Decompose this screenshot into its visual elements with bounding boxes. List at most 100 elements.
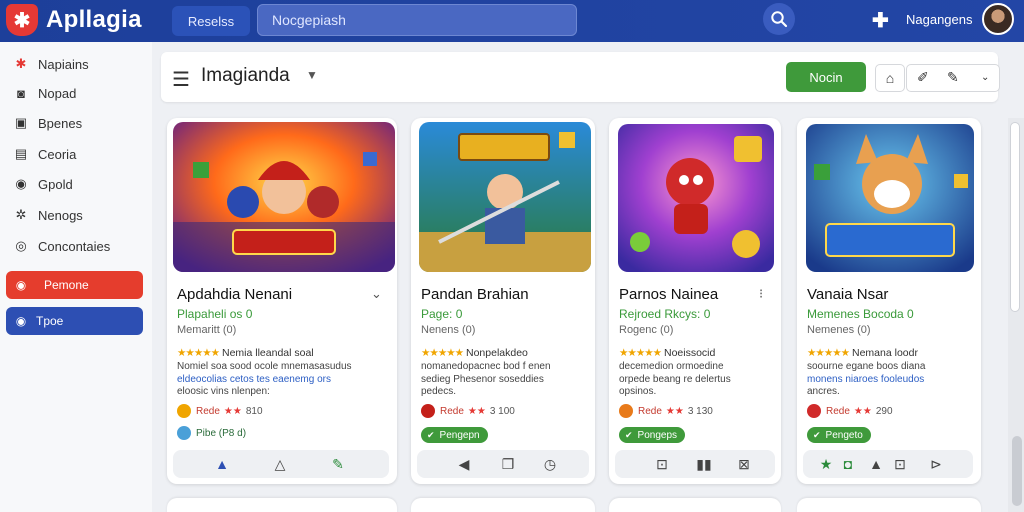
primary-action-button[interactable]: Nocin: [786, 62, 866, 92]
share-icon[interactable]: △: [271, 456, 289, 473]
scrollbar-handle[interactable]: [1012, 436, 1022, 506]
app-card[interactable]: Parnos Nainea ⁝ Rejroed Rkcys: 0 Rogenc …: [609, 118, 781, 484]
star-icon: ★★: [467, 405, 486, 417]
plus-icon[interactable]: ✚: [872, 8, 889, 33]
like-icon[interactable]: ▲: [213, 456, 231, 472]
star-rating-icon: ★★★★★: [421, 347, 464, 359]
scrollbar-thumb[interactable]: [1010, 122, 1020, 312]
toggle-icon: ◉: [15, 278, 27, 292]
search-input[interactable]: Nocgepiash: [257, 4, 577, 36]
rating-text: Nonpelakdeo: [466, 347, 528, 359]
status-badge[interactable]: ✔ Pengeto: [807, 427, 871, 443]
app-artwork[interactable]: [419, 122, 591, 272]
sidebar-button-tpoe[interactable]: ◉ Tpoe: [6, 307, 143, 335]
rating-line: ★★★★★ Nemana loodr: [807, 347, 918, 359]
search-icon: [771, 11, 788, 28]
review-row: Rede ★★ 3 130: [619, 404, 713, 418]
app-price: Page: 0: [421, 307, 463, 321]
description-line: eloosic vins nlenpen:: [177, 386, 270, 397]
star-icon: ★★: [665, 405, 684, 417]
sidebar-item-nenogs[interactable]: ✲ Nenogs: [12, 203, 83, 227]
app-card[interactable]: Apdahdia Nenani ⌄ Plapaheli os 0 Memarit…: [167, 118, 397, 484]
sidebar: ✱ Napiains ◙ Nopad ▣ Bpenes ▤ Ceoria ◉ Gpold …: [0, 42, 152, 512]
top-bar: ✱ Apllagia Reselss Nocgepiash ✚ Nagangen…: [0, 0, 1024, 42]
app-name[interactable]: Pandan Brahian: [421, 286, 529, 303]
star-icon: ★★: [223, 405, 242, 417]
app-card[interactable]: Pandan Brahian Page: 0 Nenens (0) ★★★★★ …: [411, 118, 595, 484]
reviewer-avatar: [421, 404, 435, 418]
rating-line: ★★★★★ Nemia lleandal soal: [177, 347, 314, 359]
play-icon[interactable]: ⊳: [927, 456, 945, 473]
copy-icon[interactable]: ❐: [499, 456, 517, 473]
gear-icon: ✲: [15, 207, 27, 222]
rating-text: Noeissocid: [664, 347, 716, 359]
app-logo-icon[interactable]: ✱: [6, 4, 38, 36]
book-icon[interactable]: ▮▮: [695, 456, 713, 473]
tab-results[interactable]: Reselss: [172, 6, 250, 36]
app-description: Nomiel soa sood ocole mnemasasudus eldeo…: [177, 361, 377, 399]
status-badge[interactable]: ✔ Pengepn: [421, 427, 488, 443]
app-artwork[interactable]: [618, 124, 774, 272]
chevron-down-icon[interactable]: ▼: [306, 68, 318, 82]
app-card-partial[interactable]: [609, 498, 781, 512]
sidebar-item-gpold[interactable]: ◉ Gpold: [12, 172, 72, 196]
sidebar-item-ceoria[interactable]: ▤ Ceoria: [12, 142, 76, 166]
more-vert-icon[interactable]: ⁝: [759, 286, 763, 302]
sidebar-item-label: Bpenes: [38, 115, 83, 131]
toggle-icon: ◉: [15, 314, 27, 328]
card-action-bar: ◀ ❐ ◷: [417, 450, 589, 478]
sidebar-button-pemone[interactable]: ◉ Pemone: [6, 271, 143, 299]
app-name[interactable]: Vanaia Nsar: [807, 286, 888, 303]
chevron-down-icon[interactable]: ⌄: [981, 72, 989, 83]
star-icon[interactable]: ★: [817, 456, 835, 473]
menu-icon[interactable]: ☰: [172, 67, 190, 92]
timer-icon[interactable]: ◷: [541, 456, 559, 473]
like-icon[interactable]: ▲: [867, 456, 885, 472]
app-developer: Rogenc (0): [619, 324, 674, 336]
gallery-icon: ▣: [14, 115, 28, 130]
sidebar-item-concontaies[interactable]: ◎ Concontaies: [12, 234, 110, 258]
shield-icon[interactable]: ◘: [839, 456, 857, 472]
app-card-partial[interactable]: [411, 498, 595, 512]
description-line: soourne egane boos diana: [807, 361, 926, 372]
sidebar-button-label: Pemone: [44, 278, 89, 292]
tag-icon[interactable]: ⌂: [875, 64, 905, 92]
page-title[interactable]: Imagianda: [201, 65, 290, 87]
description-line: decemedion ormoedine: [619, 361, 724, 372]
edit-icon[interactable]: ✎: [947, 69, 959, 86]
sidebar-item-nopad[interactable]: ◙ Nopad: [12, 81, 76, 105]
description-line: eldeocolias cetos tes eaenemg ors: [177, 373, 331, 385]
expand-icon[interactable]: ⊡: [653, 456, 671, 473]
edit-icon[interactable]: ✎: [329, 456, 347, 473]
sidebar-item-bpenes[interactable]: ▣ Bpenes: [12, 111, 82, 135]
status-badge[interactable]: ✔ Pongeps: [619, 427, 686, 443]
pin-icon[interactable]: ✐: [917, 69, 929, 86]
description-line: nomanedopacnec bod f enen: [421, 361, 551, 372]
app-name[interactable]: Parnos Nainea: [619, 286, 718, 303]
app-artwork[interactable]: [173, 122, 395, 272]
user-name[interactable]: Nagangens: [906, 12, 973, 27]
app-card-partial[interactable]: [167, 498, 397, 512]
review-row: Rede ★★ 810: [177, 404, 263, 418]
target-icon: ◉: [15, 176, 27, 191]
sidebar-item-napiains[interactable]: ✱ Napiains: [12, 52, 89, 76]
app-card-partial[interactable]: [797, 498, 981, 512]
chevron-down-icon[interactable]: ⌄: [371, 286, 382, 302]
app-card[interactable]: Vanaia Nsar Memenes Bocoda 0 Nemenes (0)…: [797, 118, 981, 484]
search-button[interactable]: [763, 3, 795, 35]
app-artwork[interactable]: [806, 124, 974, 272]
avatar[interactable]: [982, 3, 1014, 35]
check-icon: ✔: [427, 429, 435, 440]
reviewer-name: Rede: [826, 405, 850, 417]
app-name[interactable]: Apdahdia Nenani: [177, 286, 292, 303]
expand-icon[interactable]: ⊡: [891, 456, 909, 473]
description-line: monens niaroes fooleudos: [807, 373, 925, 385]
sidebar-button-label: Tpoe: [36, 314, 64, 328]
card-action-bar: ▲ △ ✎: [173, 450, 389, 478]
sidebar-item-label: Nenogs: [38, 207, 83, 223]
review-row: Rede ★★ 3 100: [421, 404, 515, 418]
rating-line: ★★★★★ Noeissocid: [619, 347, 715, 359]
content-header: ☰ Imagianda ▼ Nocin ⌂ ✐ ✎ ⌄: [161, 52, 1000, 102]
close-box-icon[interactable]: ⊠: [735, 456, 753, 473]
back-icon[interactable]: ◀: [455, 456, 473, 473]
